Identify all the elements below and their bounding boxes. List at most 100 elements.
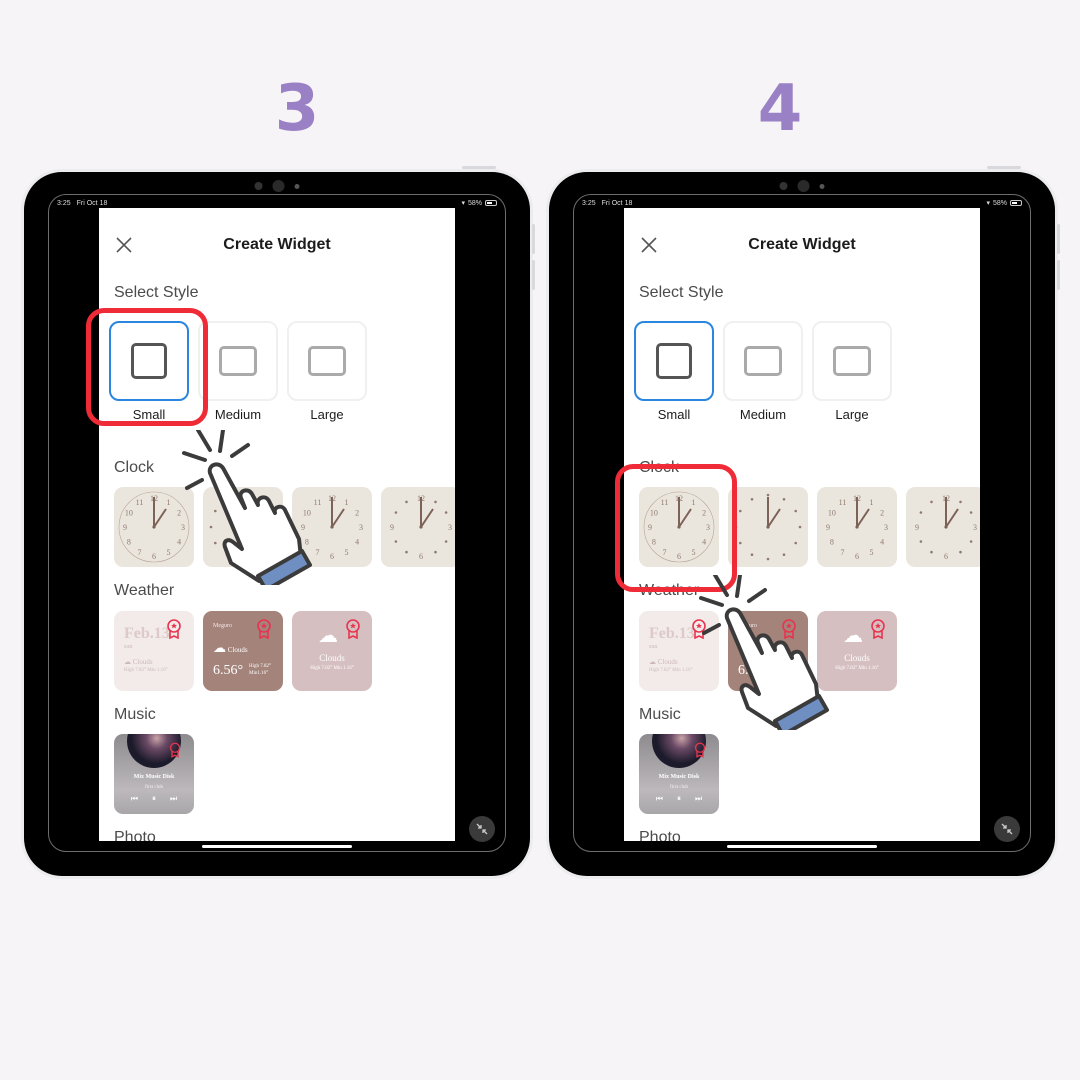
- svg-text:8: 8: [830, 538, 834, 547]
- svg-text:11: 11: [136, 498, 144, 507]
- power-button: [987, 166, 1021, 169]
- svg-text:8: 8: [127, 538, 131, 547]
- camera-cluster: [254, 180, 300, 192]
- weather-day: sun: [649, 644, 658, 650]
- weather-temps: High 7.82° Min 1.16°: [310, 666, 354, 671]
- clock-face-icon: [734, 493, 802, 561]
- volume-down-button: [532, 260, 535, 290]
- collapse-button[interactable]: [469, 816, 495, 842]
- clock-face-icon: 36912: [390, 494, 452, 561]
- cloud-icon: ☁: [213, 640, 226, 655]
- previous-track-icon[interactable]: ⏮: [656, 794, 663, 804]
- svg-text:6: 6: [419, 552, 423, 561]
- premium-badge-icon: [169, 742, 181, 758]
- style-medium-option[interactable]: [723, 321, 803, 401]
- status-time: 3:25: [57, 199, 71, 207]
- clock-face-icon: 36912: [915, 494, 977, 561]
- music-tile[interactable]: Mix Music Disk first club ⏮ ⏸ ⏭: [114, 734, 194, 814]
- music-subtitle: first club: [145, 785, 163, 790]
- svg-text:4: 4: [355, 538, 359, 547]
- svg-text:6: 6: [855, 552, 859, 561]
- svg-text:3: 3: [884, 523, 888, 532]
- next-track-icon[interactable]: ⏭: [695, 794, 702, 804]
- music-title: Mix Music Disk: [133, 774, 175, 780]
- clock-tile-2[interactable]: [728, 487, 808, 567]
- light-sensor-icon: [819, 183, 825, 189]
- select-style-label: Select Style: [114, 284, 199, 301]
- battery-icon: [1010, 200, 1022, 206]
- medium-size-icon: [219, 346, 257, 376]
- weather-high: High 7.82°: [249, 664, 271, 669]
- battery-icon: [485, 200, 497, 206]
- svg-text:6: 6: [152, 552, 156, 561]
- clock-section-label: Clock: [114, 459, 155, 476]
- collapse-button[interactable]: [994, 816, 1020, 842]
- weather-day: sun: [124, 644, 133, 650]
- camera-cluster: [779, 180, 825, 192]
- next-track-icon[interactable]: ⏭: [170, 794, 177, 804]
- tap-hand-icon: [699, 575, 829, 730]
- style-small-option[interactable]: [634, 321, 714, 401]
- camera-icon: [272, 180, 285, 192]
- collapse-arrows-icon: [476, 823, 488, 835]
- svg-text:5: 5: [345, 548, 349, 557]
- wifi-icon: ▾: [986, 200, 990, 207]
- weather-location: Meguro: [213, 623, 232, 629]
- status-date: Fri Oct 18: [601, 199, 633, 207]
- select-style-label: Select Style: [639, 284, 724, 301]
- style-large-option[interactable]: [812, 321, 892, 401]
- svg-text:9: 9: [826, 523, 830, 532]
- clock-face-icon: 123456789101112: [826, 494, 888, 561]
- previous-track-icon[interactable]: ⏮: [131, 794, 138, 804]
- ipad-frame-step-3: 3:25 Fri Oct 18 ▾ 58% Create Widget Selec…: [24, 166, 535, 876]
- weather-tile-date[interactable]: Feb.13 sun ☁ Clouds High 7.82° Min 1.16°: [114, 611, 194, 691]
- weather-condition: Clouds: [227, 646, 248, 654]
- music-section-label: Music: [114, 706, 156, 723]
- status-date: Fri Oct 18: [76, 199, 108, 207]
- weather-date: Feb.13: [124, 625, 170, 642]
- step-number: 3: [274, 72, 320, 146]
- tutorial-stage: 3 4 3:25 Fri Oct 18 ▾ 58% Create Widget …: [0, 0, 1080, 1080]
- premium-badge-icon: [346, 619, 360, 639]
- weather-tile-clouds[interactable]: ☁ Clouds High 7.82° Min 1.16°: [292, 611, 372, 691]
- clock-tile-3[interactable]: 123456789101112: [817, 487, 897, 567]
- highlight-ring: [86, 308, 208, 426]
- power-button: [462, 166, 496, 169]
- sheet-title: Create Widget: [748, 236, 856, 253]
- weather-condition: Clouds: [657, 658, 678, 666]
- svg-text:1: 1: [870, 498, 874, 507]
- status-time: 3:25: [582, 199, 596, 207]
- collapse-arrows-icon: [1001, 823, 1013, 835]
- style-small-label: Small: [657, 407, 691, 422]
- medium-size-icon: [744, 346, 782, 376]
- large-size-icon: [833, 346, 871, 376]
- wifi-icon: ▾: [461, 200, 465, 207]
- style-large-label: Large: [835, 407, 869, 422]
- cloud-icon: ☁: [649, 658, 656, 666]
- weather-condition: Clouds: [132, 658, 153, 666]
- style-medium-option[interactable]: [198, 321, 278, 401]
- weather-tile-location[interactable]: Meguro ☁ Clouds 6.56° High 7.82° Min1.16…: [203, 611, 283, 691]
- clock-tile-4[interactable]: 36912: [381, 487, 455, 567]
- music-title: Mix Music Disk: [658, 774, 700, 780]
- ipad-frame-step-4: 3:25 Fri Oct 18 ▾ 58% Create Widget Selec…: [549, 166, 1060, 876]
- pause-icon[interactable]: ⏸: [677, 794, 681, 804]
- style-large-option[interactable]: [287, 321, 367, 401]
- tap-hand-icon: [182, 430, 312, 585]
- sensor-icon: [254, 182, 263, 190]
- svg-text:1: 1: [345, 498, 349, 507]
- svg-text:6: 6: [330, 552, 334, 561]
- weather-temp: 6.56°: [213, 663, 244, 678]
- cloud-icon: ☁: [318, 625, 338, 647]
- svg-text:2: 2: [880, 509, 884, 518]
- style-medium-label: Medium: [739, 407, 787, 422]
- svg-text:7: 7: [138, 548, 142, 557]
- volume-down-button: [1057, 260, 1060, 290]
- pause-icon[interactable]: ⏸: [152, 794, 156, 804]
- home-indicator: [727, 845, 877, 848]
- clock-tile-4[interactable]: 36912: [906, 487, 980, 567]
- music-subtitle: first club: [670, 785, 688, 790]
- svg-text:7: 7: [841, 548, 845, 557]
- music-tile[interactable]: Mix Music Disk first club ⏮ ⏸ ⏭: [639, 734, 719, 814]
- weather-min: Min1.16°: [249, 671, 269, 676]
